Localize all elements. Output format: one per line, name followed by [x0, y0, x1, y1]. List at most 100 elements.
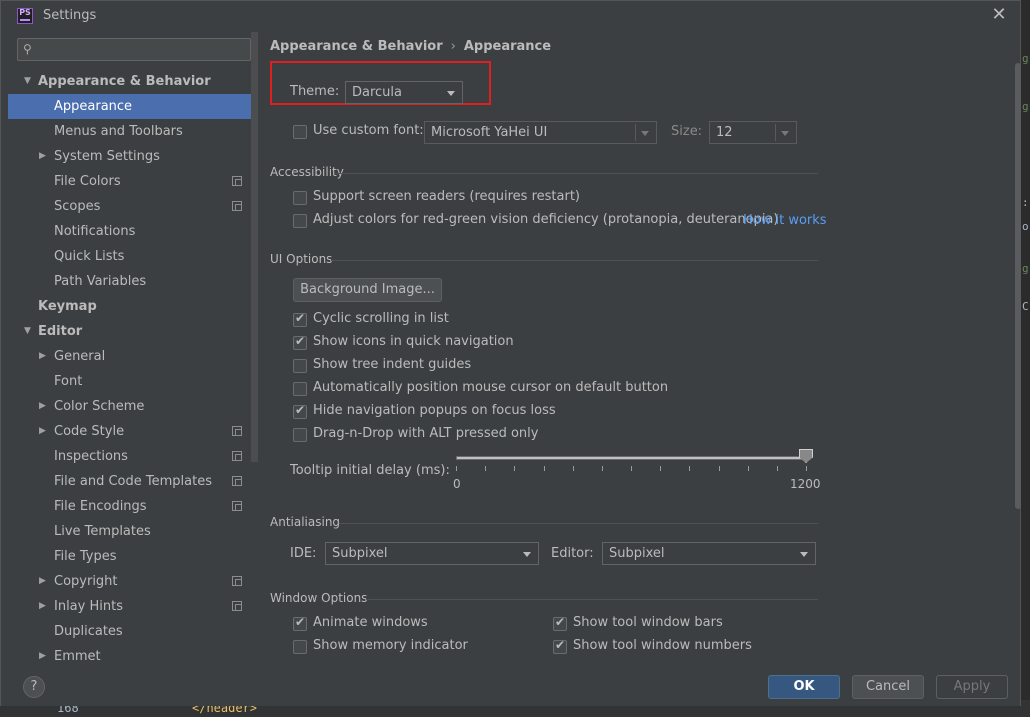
settings-panel: Appearance & Behavior › Appearance Theme: …	[259, 32, 1015, 662]
screen-readers-label: Support screen readers (requires restart…	[313, 189, 580, 204]
sidebar-item[interactable]: ▼ Editor	[8, 319, 258, 344]
sidebar-item[interactable]: Appearance	[8, 94, 258, 119]
ide-label: IDE:	[290, 546, 317, 561]
slider-tick	[573, 466, 574, 471]
section-divider	[331, 260, 818, 261]
ui-option-label: Show tree indent guides	[313, 357, 472, 372]
sidebar-item[interactable]: ▼ Appearance & Behavior	[8, 69, 258, 94]
sidebar-item[interactable]: Font	[8, 369, 258, 394]
sidebar-item-label: Inlay Hints	[54, 599, 123, 614]
background-image-button[interactable]: Background Image...	[293, 278, 442, 302]
theme-select[interactable]: Darcula	[345, 81, 463, 104]
slider-tick	[660, 466, 661, 471]
cancel-button[interactable]: Cancel	[852, 675, 924, 699]
expand-down-icon[interactable]: ▼	[24, 319, 31, 344]
checkbox-box	[553, 638, 567, 654]
sidebar-item[interactable]: File Colors	[8, 169, 258, 194]
ide-antialiasing-select[interactable]: Subpixel	[325, 542, 539, 565]
custom-font-label: Use custom font:	[313, 123, 424, 138]
expand-right-icon[interactable]: ▶	[39, 144, 46, 169]
theme-label: Theme:	[290, 84, 340, 99]
slider-tick	[544, 466, 545, 471]
sidebar-item-label: Copyright	[54, 574, 118, 589]
breadcrumb-parent[interactable]: Appearance & Behavior	[270, 39, 443, 54]
checkbox-box	[293, 359, 307, 373]
expand-right-icon[interactable]: ▶	[39, 594, 46, 619]
font-size-select[interactable]: 12	[709, 121, 797, 144]
sidebar-item[interactable]: File Encodings	[8, 494, 258, 519]
accessibility-section-title: Accessibility	[270, 165, 344, 179]
ui-options-section-title: UI Options	[270, 252, 333, 266]
sidebar-item-label: Appearance & Behavior	[38, 74, 211, 89]
expand-down-icon[interactable]: ▼	[24, 69, 31, 94]
combo-separator	[635, 124, 636, 141]
tooltip-delay-slider-thumb[interactable]	[799, 449, 813, 463]
sidebar-item[interactable]: ▶ System Settings	[8, 144, 258, 169]
sidebar-item-label: Duplicates	[54, 624, 123, 639]
ui-option-label: Drag-n-Drop with ALT pressed only	[313, 426, 539, 441]
sidebar-item[interactable]: Keymap	[8, 294, 258, 319]
expand-right-icon[interactable]: ▶	[39, 394, 46, 419]
sidebar-item[interactable]: ▶ Copyright	[8, 569, 258, 594]
ok-button[interactable]: OK	[768, 675, 840, 699]
window-title: Settings	[43, 8, 97, 23]
breadcrumb-separator: ›	[450, 39, 456, 54]
project-scope-icon	[232, 426, 242, 436]
sidebar-item[interactable]: ▶ Color Scheme	[8, 394, 258, 419]
slider-tick	[514, 466, 515, 471]
how-it-works-link[interactable]: How it works	[743, 213, 827, 228]
chevron-down-icon	[641, 131, 649, 136]
ide-antialiasing-value: Subpixel	[332, 546, 388, 561]
sidebar-item[interactable]: File and Code Templates	[8, 469, 258, 494]
panel-scrollbar[interactable]	[1015, 63, 1021, 509]
close-icon[interactable]: ✕	[991, 5, 1007, 25]
sidebar-item[interactable]: File Types	[8, 544, 258, 569]
custom-font-select[interactable]: Microsoft YaHei UI	[424, 121, 657, 144]
checkbox-box	[293, 191, 307, 205]
sidebar-item[interactable]: ▶ Code Style	[8, 419, 258, 444]
ui-option-label: Cyclic scrolling in list	[313, 311, 449, 326]
checkbox-box	[553, 615, 567, 631]
sidebar-item-label: General	[54, 349, 106, 364]
sidebar-item[interactable]: Inspections	[8, 444, 258, 469]
sidebar-item-label: Color Scheme	[54, 399, 145, 414]
apply-button[interactable]: Apply	[936, 675, 1008, 699]
sidebar-item[interactable]: Menus and Toolbars	[8, 119, 258, 144]
section-divider	[366, 599, 818, 600]
expand-right-icon[interactable]: ▶	[39, 569, 46, 594]
sidebar-item-label: File Encodings	[54, 499, 147, 514]
search-field[interactable]: ⚲	[17, 38, 251, 61]
sidebar-item[interactable]: Notifications	[8, 219, 258, 244]
sidebar-item-label: Inspections	[54, 449, 128, 464]
sidebar-item[interactable]: Path Variables	[8, 269, 258, 294]
theme-value: Darcula	[352, 85, 403, 100]
checkbox-box	[293, 334, 307, 350]
expand-right-icon[interactable]: ▶	[39, 344, 46, 369]
font-size-value: 12	[716, 125, 733, 140]
sidebar-item-label: System Settings	[54, 149, 160, 164]
sidebar-scrollbar[interactable]	[251, 32, 258, 462]
help-button[interactable]: ?	[23, 676, 45, 698]
expand-right-icon[interactable]: ▶	[39, 644, 46, 662]
sidebar-item[interactable]: ▶ Emmet	[8, 644, 258, 662]
sidebar-item[interactable]: ▶ General	[8, 344, 258, 369]
editor-label: Editor:	[551, 546, 594, 561]
tooltip-delay-slider-track[interactable]	[456, 456, 806, 460]
slider-tick	[748, 466, 749, 471]
background-editor-edge: g g : o g C	[1021, 0, 1030, 717]
sidebar-item[interactable]: Scopes	[8, 194, 258, 219]
combo-separator	[775, 124, 776, 141]
project-scope-icon	[232, 451, 242, 461]
expand-right-icon[interactable]: ▶	[39, 419, 46, 444]
sidebar-item[interactable]: ▶ Inlay Hints	[8, 594, 258, 619]
checkbox-box	[293, 640, 307, 654]
checkbox-box	[293, 403, 307, 419]
sidebar-item[interactable]: Live Templates	[8, 519, 258, 544]
size-label: Size:	[671, 124, 703, 139]
sidebar-item[interactable]: Duplicates	[8, 619, 258, 644]
project-scope-icon	[232, 501, 242, 511]
search-input[interactable]	[40, 41, 245, 58]
project-scope-icon	[232, 601, 242, 611]
editor-antialiasing-select[interactable]: Subpixel	[602, 542, 816, 565]
sidebar-item[interactable]: Quick Lists	[8, 244, 258, 269]
